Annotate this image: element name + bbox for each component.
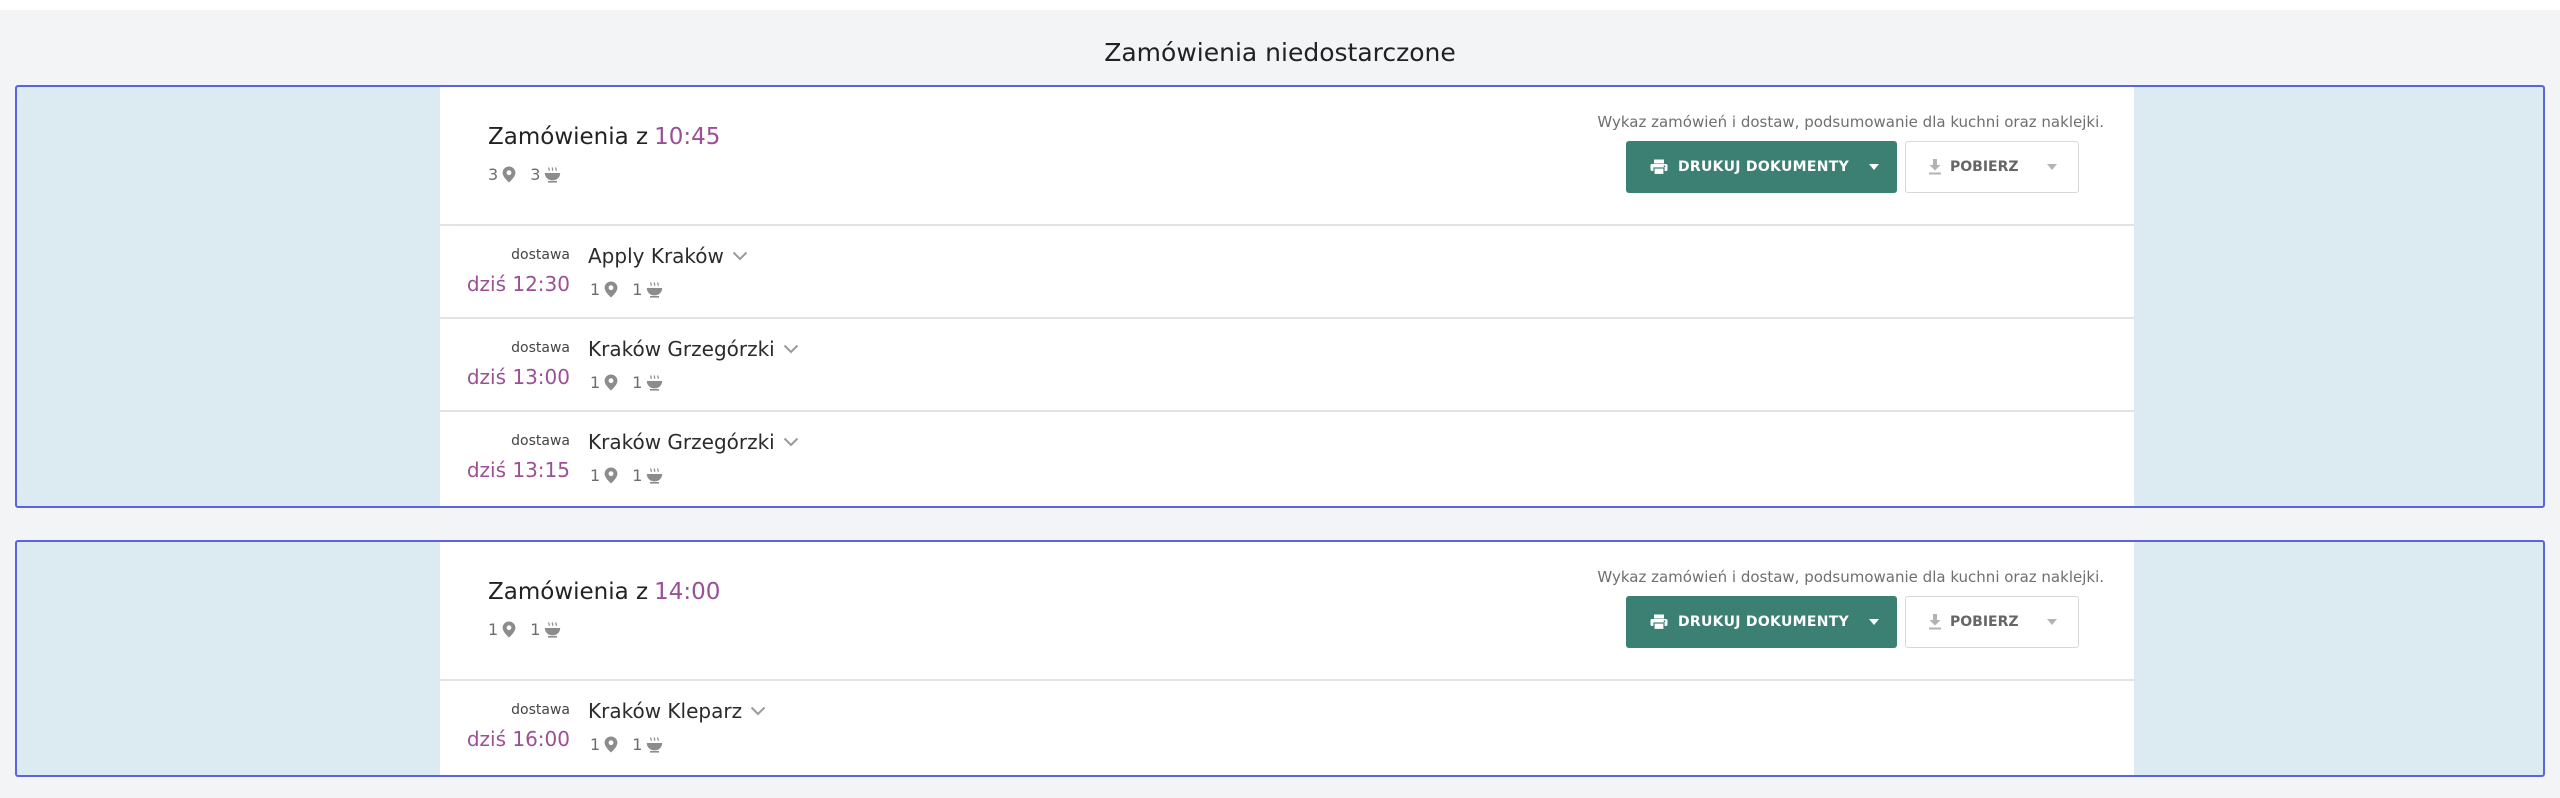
meal-count: 1 bbox=[632, 466, 643, 485]
print-documents-button[interactable]: DRUKUJ DOKUMENTY bbox=[1626, 141, 1897, 193]
meal-count: 1 bbox=[632, 280, 643, 299]
delivery-time: dziś 12:30 bbox=[466, 272, 570, 296]
print-documents-button[interactable]: DRUKUJ DOKUMENTY bbox=[1626, 596, 1897, 648]
map-pin-icon bbox=[502, 621, 516, 638]
order-card-header: Zamówienia z 14:00 1 1 Wykaz zamówień i d… bbox=[440, 542, 2134, 681]
meal-count: 1 bbox=[530, 620, 541, 639]
order-card-header: Zamówienia z 10:45 3 3 Wykaz zamówień i d… bbox=[440, 87, 2134, 226]
map-pin-icon bbox=[604, 374, 618, 391]
delivery-counts: 1 1 bbox=[590, 280, 663, 299]
order-group-description: Wykaz zamówień i dostaw, podsumowanie dl… bbox=[1597, 113, 2104, 131]
download-label: POBIERZ bbox=[1950, 159, 2019, 175]
delivery-location-dropdown[interactable]: Kraków Grzegórzki bbox=[588, 337, 799, 361]
bowl-icon bbox=[646, 281, 663, 298]
delivery-counts: 1 1 bbox=[590, 373, 663, 392]
meal-count: 1 bbox=[632, 373, 643, 392]
delivery-row: dostawa dziś 16:00 Kraków Kleparz 1 1 bbox=[440, 681, 2134, 774]
delivery-location-dropdown[interactable]: Kraków Kleparz bbox=[588, 699, 766, 723]
bowl-icon bbox=[646, 736, 663, 753]
location-count: 1 bbox=[590, 373, 601, 392]
location-count: 1 bbox=[590, 735, 601, 754]
caret-down-icon bbox=[1869, 619, 1880, 625]
map-pin-icon bbox=[604, 736, 618, 753]
chevron-down-icon bbox=[732, 251, 748, 261]
location-count: 1 bbox=[590, 466, 601, 485]
delivery-time: dziś 16:00 bbox=[466, 727, 570, 751]
chevron-down-icon bbox=[750, 706, 766, 716]
bowl-icon bbox=[544, 166, 561, 183]
location-count: 1 bbox=[488, 620, 499, 639]
delivery-location-name: Kraków Grzegórzki bbox=[588, 430, 775, 454]
printer-icon bbox=[1650, 159, 1668, 175]
page: Zamówienia niedostarczone Zamówienia z 10… bbox=[0, 10, 2560, 798]
print-documents-label: DRUKUJ DOKUMENTY bbox=[1678, 614, 1850, 630]
caret-down-icon bbox=[1869, 164, 1880, 170]
delivery-counts: 1 1 bbox=[590, 466, 663, 485]
chevron-down-icon bbox=[783, 437, 799, 447]
location-count: 3 bbox=[488, 165, 499, 184]
order-group-title: Zamówienia z 10:45 bbox=[488, 124, 720, 150]
order-group-counts: 3 3 bbox=[488, 165, 561, 184]
map-pin-icon bbox=[604, 281, 618, 298]
bowl-icon bbox=[646, 374, 663, 391]
download-button[interactable]: POBIERZ bbox=[1905, 141, 2079, 193]
order-group-title: Zamówienia z 14:00 bbox=[488, 579, 720, 605]
delivery-row: dostawa dziś 12:30 Apply Kraków 1 1 bbox=[440, 226, 2134, 319]
bowl-icon bbox=[646, 467, 663, 484]
order-group-counts: 1 1 bbox=[488, 620, 561, 639]
delivery-type-label: dostawa bbox=[511, 702, 570, 718]
delivery-location-name: Kraków Grzegórzki bbox=[588, 337, 775, 361]
delivery-type-label: dostawa bbox=[511, 247, 570, 263]
order-group-title-prefix: Zamówienia z bbox=[488, 579, 649, 605]
download-label: POBIERZ bbox=[1950, 614, 2019, 630]
order-group: Zamówienia z 10:45 3 3 Wykaz zamówień i d… bbox=[15, 85, 2545, 508]
delivery-location-dropdown[interactable]: Kraków Grzegórzki bbox=[588, 430, 799, 454]
order-group: Zamówienia z 14:00 1 1 Wykaz zamówień i d… bbox=[15, 540, 2545, 777]
caret-down-icon bbox=[2046, 164, 2057, 170]
order-card: Zamówienia z 10:45 3 3 Wykaz zamówień i d… bbox=[440, 87, 2134, 506]
print-documents-label: DRUKUJ DOKUMENTY bbox=[1678, 159, 1850, 175]
caret-down-icon bbox=[2046, 619, 2057, 625]
order-group-description: Wykaz zamówień i dostaw, podsumowanie dl… bbox=[1597, 568, 2104, 586]
chevron-down-icon bbox=[783, 344, 799, 354]
delivery-type-label: dostawa bbox=[511, 433, 570, 449]
download-icon bbox=[1928, 159, 1942, 175]
location-count: 1 bbox=[590, 280, 601, 299]
delivery-row: dostawa dziś 13:00 Kraków Grzegórzki 1 1 bbox=[440, 319, 2134, 412]
meal-count: 3 bbox=[530, 165, 541, 184]
delivery-location-name: Kraków Kleparz bbox=[588, 699, 743, 723]
download-button[interactable]: POBIERZ bbox=[1905, 596, 2079, 648]
page-title: Zamówienia niedostarczone bbox=[1104, 38, 1456, 67]
bowl-icon bbox=[544, 621, 561, 638]
map-pin-icon bbox=[502, 166, 516, 183]
delivery-time: dziś 13:00 bbox=[466, 365, 570, 389]
printer-icon bbox=[1650, 614, 1668, 630]
order-group-time: 14:00 bbox=[654, 579, 721, 605]
delivery-row: dostawa dziś 13:15 Kraków Grzegórzki 1 1 bbox=[440, 412, 2134, 505]
delivery-counts: 1 1 bbox=[590, 735, 663, 754]
download-icon bbox=[1928, 614, 1942, 630]
delivery-time: dziś 13:15 bbox=[466, 458, 570, 482]
delivery-location-name: Apply Kraków bbox=[588, 244, 724, 268]
meal-count: 1 bbox=[632, 735, 643, 754]
order-group-title-prefix: Zamówienia z bbox=[488, 124, 649, 150]
delivery-type-label: dostawa bbox=[511, 340, 570, 356]
order-card: Zamówienia z 14:00 1 1 Wykaz zamówień i d… bbox=[440, 542, 2134, 775]
order-group-time: 10:45 bbox=[654, 124, 721, 150]
delivery-location-dropdown[interactable]: Apply Kraków bbox=[588, 244, 748, 268]
map-pin-icon bbox=[604, 467, 618, 484]
